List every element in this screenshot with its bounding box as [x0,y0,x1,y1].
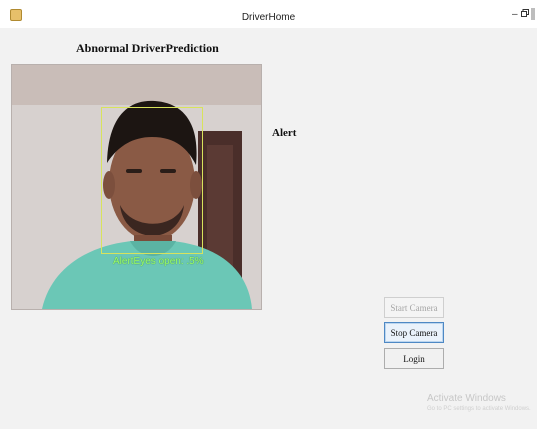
window-title: DriverHome [241,12,296,23]
activate-windows-title: Activate Windows [427,393,506,404]
restore-button[interactable] [521,9,529,20]
start-camera-button[interactable]: Start Camera [384,297,444,318]
alert-label: Alert [272,127,297,139]
camera-feed: AlertEyes open: .5% [11,64,262,310]
app-window: DriverHome – Abnormal DriverPrediction A… [0,0,537,429]
scrollbar-stub[interactable] [531,8,535,20]
minimize-button[interactable]: – [512,9,518,20]
title-bar[interactable]: DriverHome – [0,0,537,28]
form-heading: Abnormal DriverPrediction [76,41,219,55]
login-button[interactable]: Login [384,348,444,369]
stop-camera-button[interactable]: Stop Camera [384,322,444,343]
face-detection-box [101,107,203,254]
activate-windows-subtitle: Go to PC settings to activate Windows. [427,406,531,412]
eye-status-overlay: AlertEyes open: .5% [113,256,204,267]
restore-icon [521,9,529,17]
